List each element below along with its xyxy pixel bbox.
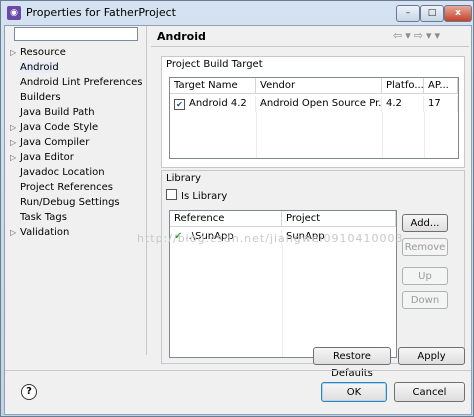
expand-arrow-icon[interactable]: ▷: [10, 46, 20, 60]
page-nav: ⇦▾⇨▾▾: [393, 29, 443, 42]
library-label: Library: [166, 173, 201, 184]
is-library-checkbox[interactable]: [166, 189, 177, 200]
move-down-button[interactable]: Down: [402, 291, 448, 309]
tree-item-android[interactable]: Android: [10, 61, 59, 75]
column-header-platform[interactable]: Platfo...: [382, 78, 424, 94]
title-divider: [151, 46, 469, 47]
move-up-button[interactable]: Up: [402, 267, 448, 285]
tree-item-java-editor[interactable]: ▷ Java Editor: [10, 151, 74, 165]
expand-arrow-icon[interactable]: ▷: [10, 151, 20, 165]
filter-input[interactable]: [14, 27, 138, 41]
apply-button[interactable]: Apply: [398, 347, 465, 365]
column-header-vendor[interactable]: Vendor: [256, 78, 382, 94]
tree-item-java-code-style[interactable]: ▷ Java Code Style: [10, 121, 98, 135]
is-library-checkbox-row[interactable]: Is Library: [166, 189, 227, 202]
build-target-table[interactable]: Target Name Vendor Platfo... AP... ✔ Andr…: [169, 77, 459, 159]
page-title: Android: [157, 30, 206, 43]
tree-item-java-build-path[interactable]: Java Build Path: [10, 106, 95, 120]
title-bar[interactable]: ◉ Properties for FatherProject – □ x: [1, 1, 473, 25]
vendor-cell: Android Open Source Pr...: [256, 96, 382, 112]
ok-button[interactable]: OK: [321, 382, 387, 402]
platform-cell: 4.2: [382, 96, 424, 112]
close-button[interactable]: x: [444, 5, 472, 22]
tree-item-android-lint[interactable]: Android Lint Preferences: [10, 76, 142, 90]
api-cell: 17: [424, 96, 458, 112]
help-icon[interactable]: ?: [21, 384, 37, 400]
expand-arrow-icon[interactable]: ▷: [10, 226, 20, 240]
column-header-project[interactable]: Project: [282, 211, 396, 227]
watermark: http://blog.csdn.net/jiangwei0910410003: [137, 232, 404, 245]
maximize-button[interactable]: □: [420, 5, 444, 22]
footer-divider: [5, 370, 471, 371]
dialog-body: ▷ Resource Android Android Lint Preferenc…: [4, 25, 472, 415]
column-header-target-name[interactable]: Target Name: [170, 78, 256, 94]
view-menu-icon[interactable]: ▾: [435, 29, 444, 42]
add-library-button[interactable]: Add...: [402, 214, 448, 232]
cancel-button[interactable]: Cancel: [394, 382, 465, 402]
window-title: Properties for FatherProject: [26, 6, 176, 19]
column-header-reference[interactable]: Reference: [170, 211, 282, 227]
eclipse-app-icon: ◉: [7, 6, 21, 20]
table-row[interactable]: ✔ Android 4.2: [170, 96, 256, 112]
properties-window: ◉ Properties for FatherProject – □ x ▷ Re…: [0, 0, 474, 417]
forward-arrow-icon[interactable]: ⇨▾: [414, 29, 435, 42]
minimize-button[interactable]: –: [396, 5, 420, 22]
tree-item-project-references[interactable]: Project References: [10, 181, 113, 195]
tree-item-builders[interactable]: Builders: [10, 91, 61, 105]
tree-item-resource[interactable]: ▷ Resource: [10, 46, 66, 60]
remove-library-button[interactable]: Remove: [402, 238, 448, 256]
back-arrow-icon[interactable]: ⇦▾: [393, 29, 414, 42]
tree-item-javadoc-location[interactable]: Javadoc Location: [10, 166, 105, 180]
build-target-label: Project Build Target: [166, 59, 263, 70]
tree-item-run-debug-settings[interactable]: Run/Debug Settings: [10, 196, 120, 210]
tree-item-validation[interactable]: ▷ Validation: [10, 226, 69, 240]
splitter[interactable]: [146, 26, 147, 355]
column-header-api[interactable]: AP...: [424, 78, 458, 94]
restore-defaults-button[interactable]: Restore Defaults: [313, 347, 391, 379]
tree-item-task-tags[interactable]: Task Tags: [10, 211, 67, 225]
expand-arrow-icon[interactable]: ▷: [10, 136, 20, 150]
target-checkbox[interactable]: ✔: [174, 99, 185, 110]
expand-arrow-icon[interactable]: ▷: [10, 121, 20, 135]
tree-item-java-compiler[interactable]: ▷ Java Compiler: [10, 136, 89, 150]
